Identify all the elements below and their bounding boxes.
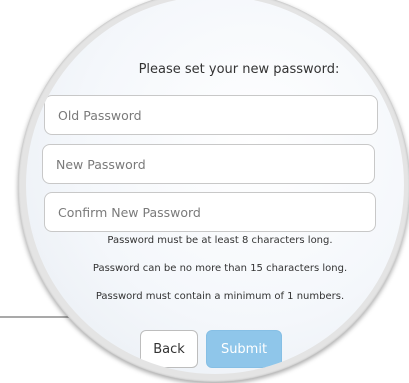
confirm-password-field[interactable] — [44, 192, 376, 232]
new-password-field[interactable] — [42, 144, 375, 184]
password-rule-max-length: Password can be no more than 15 characte… — [92, 263, 348, 274]
form-title: Please set your new password: — [138, 62, 340, 77]
password-rule-min-length: Password must be at least 8 characters l… — [107, 235, 333, 246]
submit-button[interactable]: Submit — [206, 330, 282, 368]
back-button[interactable]: Back — [140, 330, 198, 368]
password-rule-min-numbers: Password must contain a minimum of 1 num… — [95, 291, 345, 302]
old-password-field[interactable] — [44, 95, 378, 135]
magnifier-lens: Please set your new password: Password m… — [26, 0, 404, 374]
screenshot-stage: Please set your new password: Password m… — [0, 0, 409, 383]
